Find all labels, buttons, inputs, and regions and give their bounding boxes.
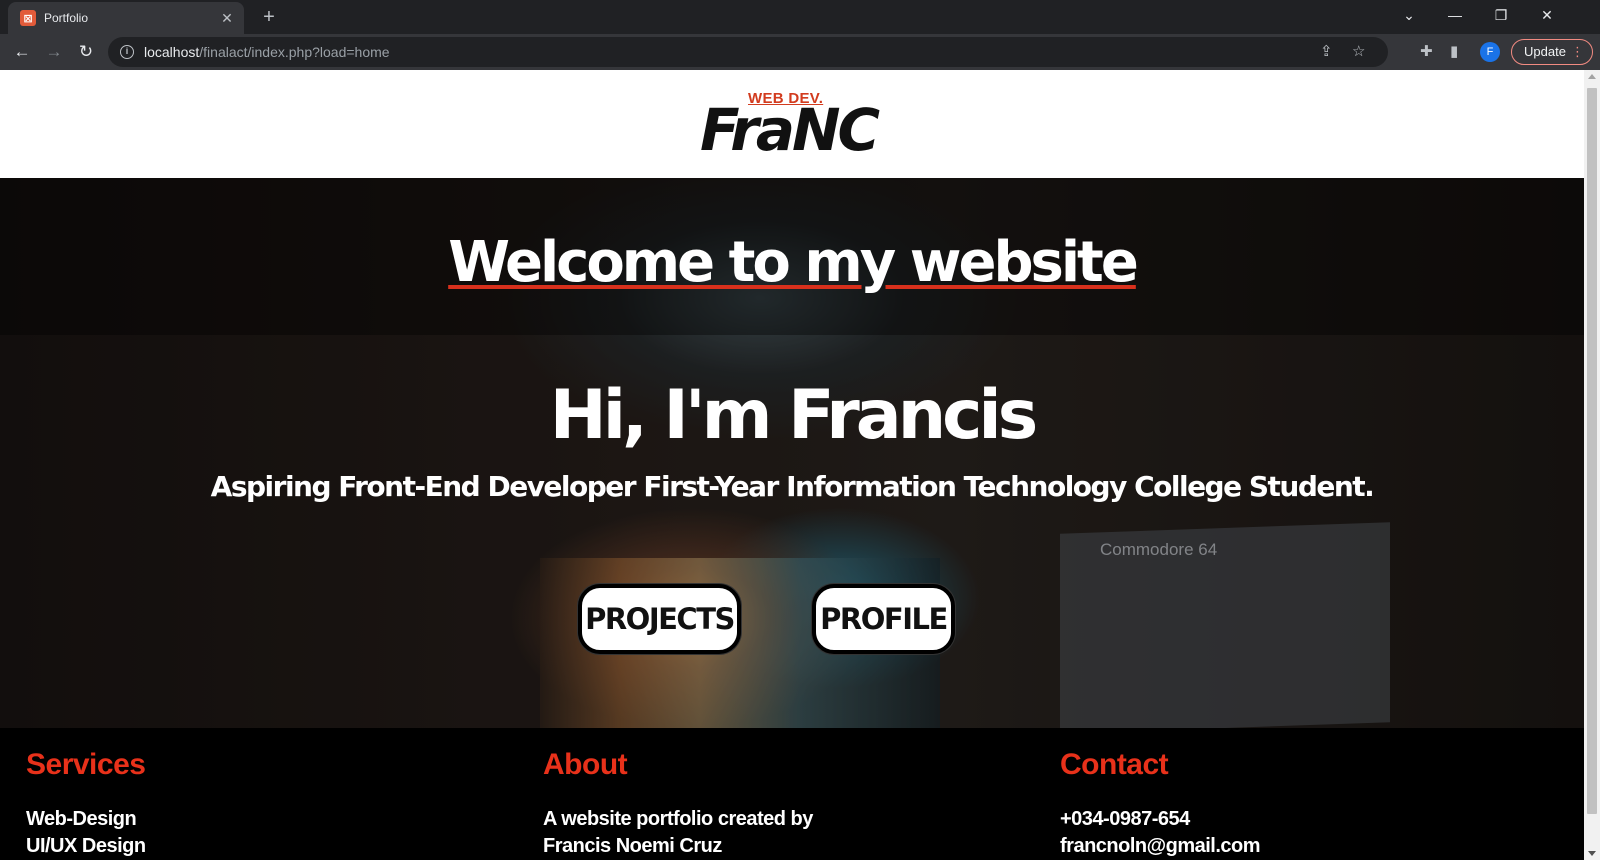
tab-search-chevron-icon[interactable]: ⌄ bbox=[1386, 0, 1432, 32]
close-tab-icon[interactable]: ✕ bbox=[218, 10, 236, 27]
back-button[interactable]: ← bbox=[8, 38, 36, 66]
welcome-heading: Welcome to my website bbox=[448, 230, 1139, 295]
profile-avatar[interactable]: F bbox=[1480, 42, 1500, 62]
browser-toolbar: ← → ↻ i localhost/finalact/index.php?loa… bbox=[0, 34, 1600, 70]
new-tab-button[interactable]: + bbox=[256, 5, 282, 31]
scroll-thumb[interactable] bbox=[1587, 88, 1597, 814]
tab-portfolio[interactable]: ⊠ Portfolio ✕ bbox=[8, 2, 244, 34]
hero-section: Commodore 64 Welcome to my website Hi, I… bbox=[0, 178, 1584, 728]
minimize-button[interactable]: — bbox=[1432, 0, 1478, 32]
contact-email: francnoln@gmail.com bbox=[1060, 835, 1261, 857]
footer-about: About A website portfolio created by Fra… bbox=[543, 748, 813, 858]
site-logo[interactable]: WEB DEV. FraNC bbox=[700, 88, 900, 164]
side-panel-icon[interactable]: ▮ bbox=[1450, 42, 1458, 60]
about-text: Francis Noemi Cruz bbox=[543, 835, 722, 857]
site-info-icon[interactable]: i bbox=[120, 45, 134, 59]
services-heading: Services bbox=[26, 748, 146, 781]
url-text: localhost/finalact/index.php?load=home bbox=[144, 44, 390, 60]
about-text: A website portfolio created by bbox=[543, 808, 813, 830]
greeting-heading: Hi, I'm Francis bbox=[549, 376, 1038, 455]
address-bar[interactable]: i localhost/finalact/index.php?load=home… bbox=[108, 37, 1388, 67]
footer-contact: Contact +034-0987-654 francnoln@gmail.co… bbox=[1060, 748, 1261, 858]
reload-button[interactable]: ↻ bbox=[72, 38, 100, 66]
bookmark-star-icon[interactable]: ☆ bbox=[1352, 42, 1365, 60]
projects-button[interactable]: PROJECTS bbox=[578, 584, 741, 654]
share-icon[interactable]: ⇪ bbox=[1320, 42, 1333, 60]
tagline: Aspiring Front-End Developer First-Year … bbox=[210, 470, 1375, 503]
logo-wordmark: FraNC bbox=[700, 96, 880, 164]
profile-button[interactable]: PROFILE bbox=[812, 584, 955, 654]
site-footer: Services Web-Design UI/UX Design About A… bbox=[0, 728, 1584, 860]
footer-services: Services Web-Design UI/UX Design bbox=[26, 748, 146, 858]
tab-strip: ⊠ Portfolio ✕ + ⌄ — ❐ ✕ bbox=[0, 0, 1600, 34]
extensions-icon[interactable]: ✚ bbox=[1420, 42, 1433, 60]
close-window-button[interactable]: ✕ bbox=[1524, 0, 1570, 32]
scroll-down-arrow-icon[interactable] bbox=[1588, 851, 1596, 856]
tab-title: Portfolio bbox=[44, 11, 89, 25]
menu-dots-icon: ⋮ bbox=[1571, 44, 1584, 59]
update-button[interactable]: Update ⋮ bbox=[1511, 39, 1593, 65]
scroll-up-arrow-icon[interactable] bbox=[1588, 74, 1596, 79]
contact-heading: Contact bbox=[1060, 748, 1169, 781]
xampp-icon: ⊠ bbox=[20, 10, 36, 26]
restore-button[interactable]: ❐ bbox=[1478, 0, 1524, 32]
site-header: WEB DEV. FraNC bbox=[0, 70, 1584, 178]
page-viewport: WEB DEV. FraNC Commodore 64 Welcome to m… bbox=[0, 70, 1584, 860]
forward-button[interactable]: → bbox=[40, 38, 68, 66]
services-item: Web-Design bbox=[26, 808, 137, 830]
page-scrollbar[interactable] bbox=[1584, 70, 1600, 860]
contact-phone: +034-0987-654 bbox=[1060, 808, 1190, 830]
services-item: UI/UX Design bbox=[26, 835, 146, 857]
about-heading: About bbox=[543, 748, 628, 781]
